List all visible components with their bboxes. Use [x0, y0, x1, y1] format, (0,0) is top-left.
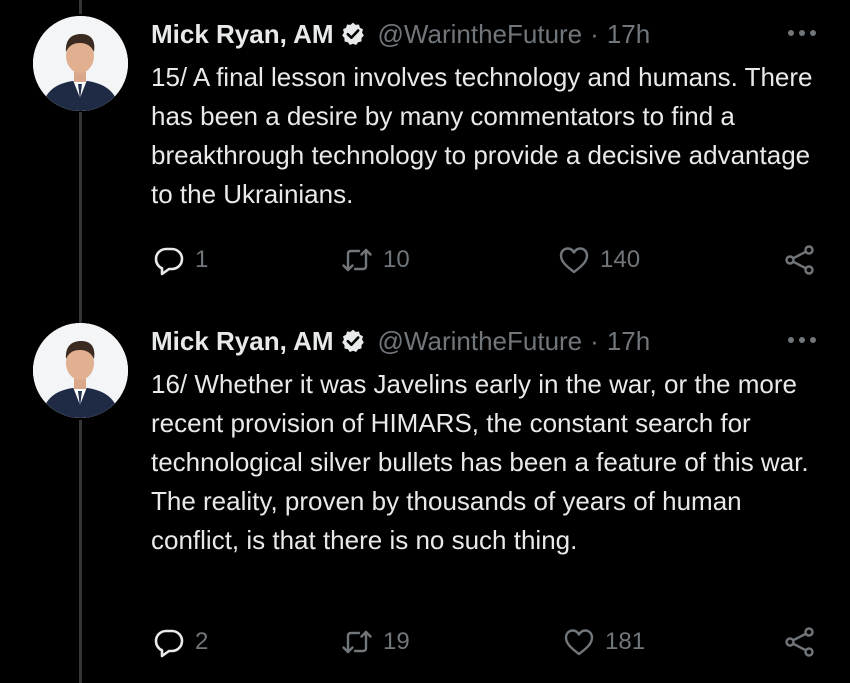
retweet-icon — [341, 244, 373, 276]
retweet-button[interactable]: 19 — [341, 625, 410, 659]
more-dots-icon — [788, 30, 816, 36]
tweet-text: 15/ A final lesson involves technology a… — [151, 62, 813, 209]
separator-dot: · — [590, 325, 599, 356]
more-options-button[interactable] — [784, 16, 820, 50]
avatar-portrait-image — [33, 323, 128, 418]
like-button[interactable]: 181 — [563, 625, 645, 659]
timestamp[interactable]: 17h — [607, 326, 650, 357]
share-button[interactable] — [784, 243, 816, 277]
tweet-actions: 2 19 181 — [0, 625, 850, 659]
retweet-count: 19 — [383, 628, 410, 655]
more-options-button[interactable] — [784, 323, 820, 357]
separator-dot: · — [590, 18, 599, 49]
more-dots-icon — [788, 337, 816, 343]
tweet[interactable]: Mick Ryan, AM @WarintheFuture · 17h 16/ … — [0, 323, 850, 683]
like-icon — [558, 244, 590, 276]
reply-button[interactable]: 1 — [153, 243, 208, 277]
avatar[interactable] — [33, 323, 128, 418]
thread-connector-line — [79, 0, 82, 14]
author-handle[interactable]: @WarintheFuture — [378, 19, 583, 50]
reply-icon — [153, 244, 185, 276]
verified-badge-icon — [340, 328, 366, 354]
tweet[interactable]: Mick Ryan, AM @WarintheFuture · 17h 15/ … — [0, 16, 850, 306]
like-button[interactable]: 140 — [558, 243, 640, 277]
author-handle[interactable]: @WarintheFuture — [378, 326, 583, 357]
share-icon — [784, 244, 816, 276]
author-name[interactable]: Mick Ryan, AM — [151, 19, 334, 50]
reply-count: 2 — [195, 628, 209, 655]
verified-badge-icon — [340, 21, 366, 47]
tweet-header: Mick Ryan, AM @WarintheFuture · 17h — [151, 17, 650, 51]
tweet-text: 16/ Whether it was Javelins early in the… — [151, 369, 809, 555]
reply-count: 1 — [195, 246, 209, 273]
tweet-actions: 1 10 140 — [0, 243, 850, 277]
share-button[interactable] — [784, 625, 816, 659]
like-icon — [563, 626, 595, 658]
share-icon — [784, 626, 816, 658]
like-count: 140 — [600, 246, 641, 273]
avatar-portrait-image — [33, 16, 128, 111]
avatar[interactable] — [33, 16, 128, 111]
author-name[interactable]: Mick Ryan, AM — [151, 326, 334, 357]
reply-button[interactable]: 2 — [153, 625, 208, 659]
reply-icon — [153, 626, 185, 658]
retweet-button[interactable]: 10 — [341, 243, 410, 277]
like-count: 181 — [605, 628, 646, 655]
tweet-header: Mick Ryan, AM @WarintheFuture · 17h — [151, 324, 650, 358]
retweet-icon — [341, 626, 373, 658]
retweet-count: 10 — [383, 246, 410, 273]
timestamp[interactable]: 17h — [607, 19, 650, 50]
conversation-thread: Mick Ryan, AM @WarintheFuture · 17h 15/ … — [0, 0, 850, 683]
